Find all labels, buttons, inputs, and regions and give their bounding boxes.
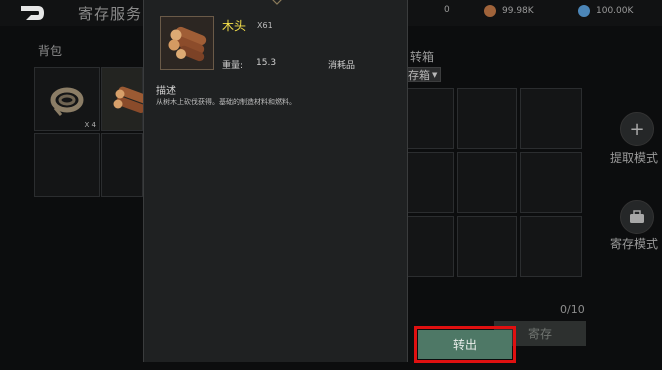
box-slot[interactable]	[404, 88, 454, 149]
chevron-down-icon: ▼	[432, 70, 438, 79]
page-title: 寄存服务	[78, 5, 143, 23]
item-thumbnail	[160, 16, 214, 70]
description-text: 从树木上砍伐获得。基础的制造材料和燃料。	[156, 98, 296, 106]
weight-label: 重量:	[222, 61, 244, 71]
box-slot[interactable]	[520, 216, 582, 277]
item-tooltip: 木头 X61 重量: 15.3 消耗品 描述 从树木上砍伐获得。基础的制造材料和…	[143, 0, 408, 362]
box-slot[interactable]	[520, 152, 582, 213]
gem-icon	[578, 5, 590, 17]
item-quantity: X 4	[84, 121, 96, 129]
box-slot[interactable]	[404, 152, 454, 213]
item-name: 木头	[222, 19, 247, 33]
box-select[interactable]: 存箱 ▼	[404, 67, 442, 82]
backpack-title: 背包	[38, 44, 63, 58]
box-slot[interactable]	[457, 88, 517, 149]
capacity-counter: 0/10	[560, 303, 585, 316]
coin-icon	[484, 5, 496, 17]
weight-value: 15.3	[256, 58, 277, 68]
description-title: 描述	[156, 86, 176, 97]
currency-value: 100.00K	[596, 6, 634, 16]
mode-label: 寄存模式	[610, 237, 659, 251]
currency-coin: 99.98K	[484, 5, 534, 17]
backpack-slot-empty[interactable]	[34, 133, 100, 197]
backpack-slot-empty[interactable]	[101, 133, 143, 197]
wood-item-icon	[168, 26, 207, 62]
currency-value: 0	[444, 5, 450, 15]
backpack-slot-rope[interactable]: X 4	[34, 67, 100, 131]
extract-icon: +	[620, 112, 654, 146]
currency-blank: 0	[444, 5, 450, 15]
box-slot[interactable]	[457, 152, 517, 213]
transfer-out-button[interactable]: 转出	[418, 330, 512, 359]
box-slot[interactable]	[457, 216, 517, 277]
item-count: X61	[257, 21, 273, 30]
back-icon[interactable]	[18, 3, 46, 23]
suitcase-icon	[620, 200, 654, 234]
box-select-value: 存箱	[408, 68, 430, 82]
currency-value: 99.98K	[502, 6, 534, 16]
item-type: 消耗品	[328, 61, 356, 71]
transfer-box-title: 转箱	[410, 50, 435, 64]
mode-label: 提取模式	[610, 151, 659, 165]
backpack-slot-wood[interactable]	[101, 67, 148, 131]
ornament-icon	[272, 0, 282, 5]
box-slot[interactable]	[520, 88, 582, 149]
rope-item-icon	[50, 87, 84, 116]
box-slot[interactable]	[404, 216, 454, 277]
currency-gem: 100.00K	[578, 5, 633, 17]
